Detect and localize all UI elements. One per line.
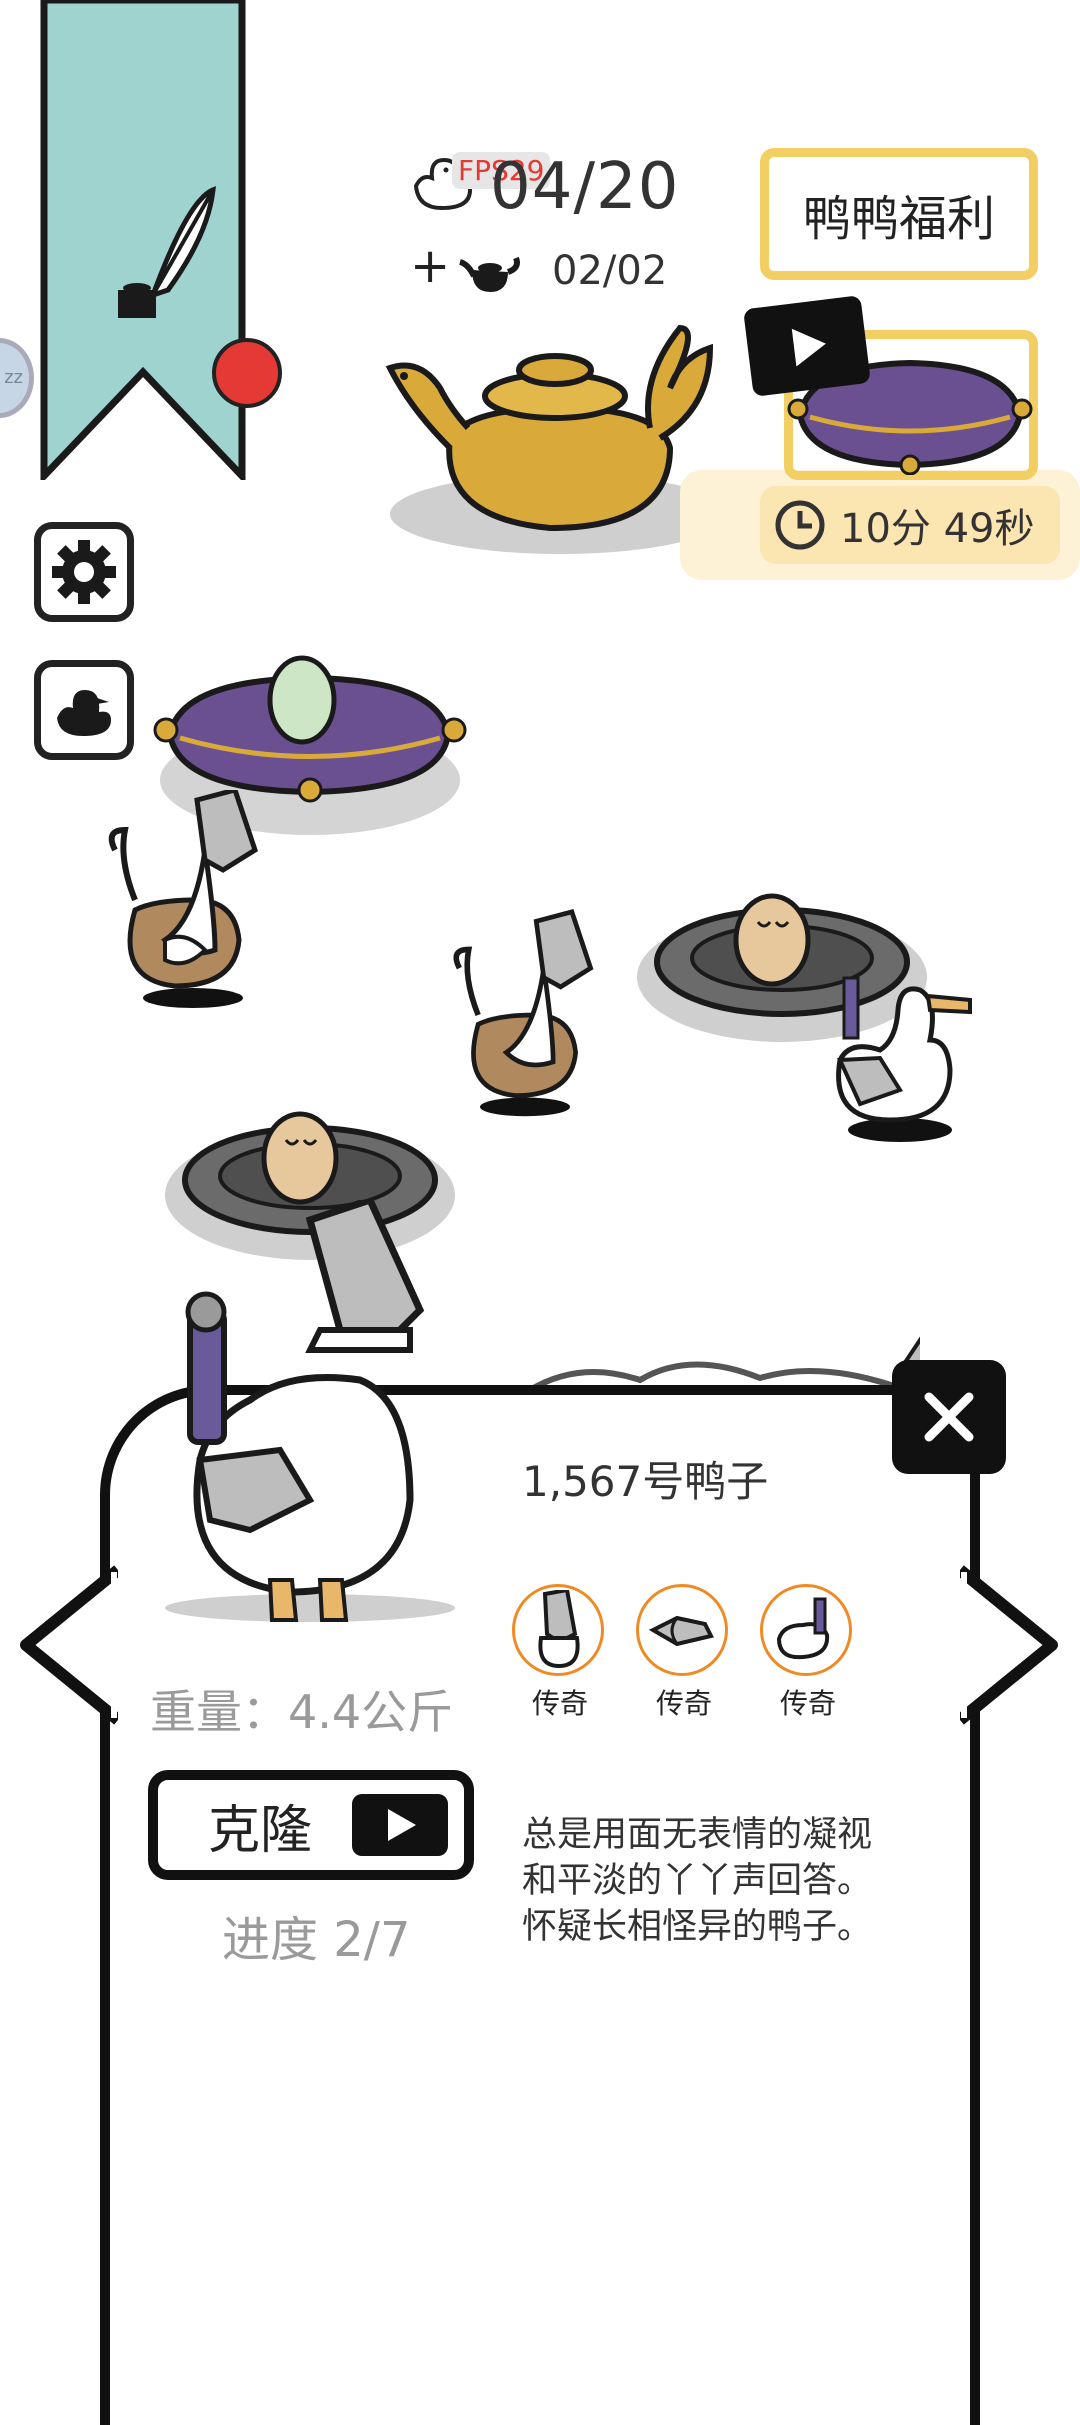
white-duck[interactable] [820, 970, 980, 1145]
trait-label: 传奇 [655, 1687, 712, 1720]
gear-icon [52, 540, 116, 604]
play-icon [791, 328, 826, 367]
trait-slot-2[interactable]: 传奇 [636, 1584, 732, 1722]
sword-tail-icon [776, 1597, 830, 1660]
clone-progress: 进度 2/7 [222, 1912, 411, 1968]
reward-timer: 10分 49秒 [760, 486, 1060, 564]
trait-label: 传奇 [779, 1687, 836, 1720]
duck-icon [57, 690, 111, 736]
teapot-icon [459, 256, 520, 292]
golden-teapot[interactable] [380, 318, 720, 558]
sword-hat-icon [538, 1590, 580, 1669]
side-avatar[interactable]: zz [0, 338, 34, 418]
journal-banner[interactable] [38, 0, 248, 480]
griffin-duck-2[interactable] [450, 905, 600, 1125]
close-icon [924, 1392, 974, 1442]
trait-slot-1[interactable]: 传奇 [512, 1584, 608, 1722]
close-panel-button[interactable] [892, 1360, 1006, 1474]
trait-label: 传奇 [531, 1687, 588, 1720]
description-line: 怀疑长相怪异的鸭子。 [522, 1907, 873, 1947]
duck-weight: 重量：4.4公斤 [150, 1685, 454, 1739]
description-line: 和平淡的丫丫声回答。 [522, 1861, 873, 1901]
duck-collection-button[interactable] [34, 660, 134, 760]
duck-welfare-button[interactable]: 鸭鸭福利 [760, 148, 1038, 280]
sword-wing-icon [648, 1615, 714, 1647]
play-icon [388, 1809, 416, 1841]
griffin-duck-1[interactable] [105, 790, 265, 1010]
clone-ad-icon [352, 1794, 448, 1856]
plus-sign: + [410, 238, 451, 294]
clock-icon [775, 500, 825, 550]
duck-description: 总是用面无表情的凝视 和平淡的丫丫声回答。 怀疑长相怪异的鸭子。 [522, 1812, 942, 1950]
clone-button[interactable]: 克隆 [148, 1770, 474, 1880]
watch-ad-badge[interactable] [743, 295, 871, 397]
trait-slot-3[interactable]: 传奇 [760, 1584, 856, 1722]
duck-count: 04/20 [490, 150, 680, 224]
next-duck-arrow[interactable] [960, 1560, 1060, 1730]
notification-dot [212, 338, 282, 408]
description-line: 总是用面无表情的凝视 [522, 1815, 873, 1855]
teapot-count: 02/02 [552, 248, 668, 294]
settings-button[interactable] [34, 522, 134, 622]
duck-name: 1,567号鸭子 [522, 1457, 769, 1506]
selected-duck-portrait [165, 1200, 455, 1622]
previous-duck-arrow[interactable] [18, 1560, 118, 1730]
timer-text: 10分 49秒 [840, 506, 1035, 552]
clone-label: 克隆 [208, 1800, 313, 1861]
